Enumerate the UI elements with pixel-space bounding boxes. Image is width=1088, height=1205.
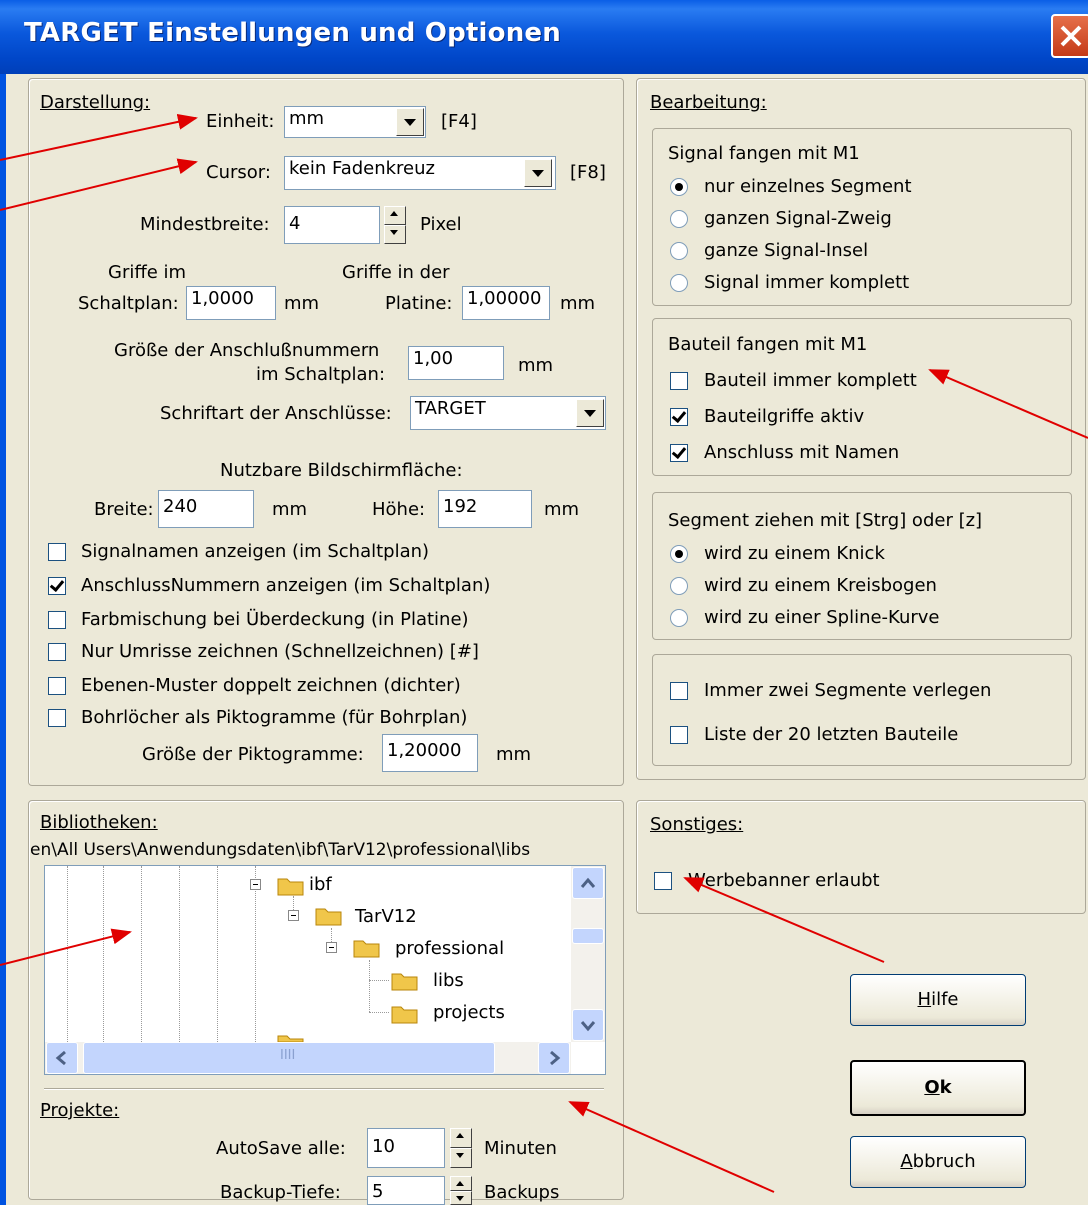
annotation-arrow-bauteil (928, 369, 1088, 439)
annotation-arrow-werbebanner (683, 877, 885, 963)
annotation-arrows (0, 113, 1088, 1193)
annotation-arrow-cursor (0, 158, 198, 211)
annotation-arrow-tree (0, 928, 132, 966)
annotation-arrow-einheit (0, 113, 198, 161)
annotation-arrow-projekte (568, 1101, 775, 1193)
